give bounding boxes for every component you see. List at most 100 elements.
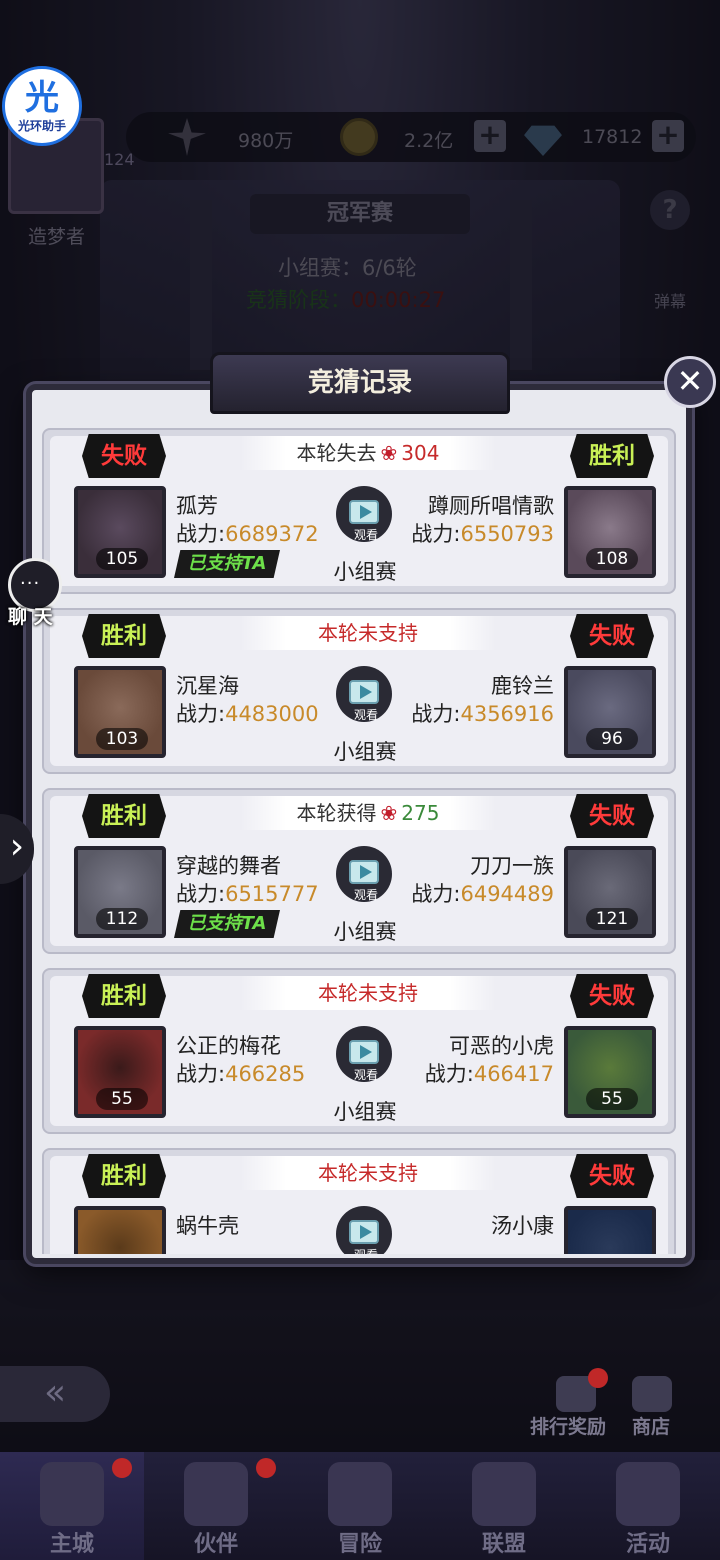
- left-player-power: 战力:6689372: [176, 518, 319, 548]
- record-list[interactable]: 本轮失去 ❀ 304 失败 105 孤芳 战力:6689372 已支持TA 胜利 108 蹲厕所唱情…: [42, 428, 676, 1254]
- left-player-portrait[interactable]: 55: [74, 1026, 166, 1118]
- play-icon: [360, 1225, 372, 1239]
- left-player-name: 沉星海: [176, 674, 239, 698]
- supported-badge: 已支持TA: [174, 910, 280, 938]
- record-card: 本轮未支持 胜利 103 沉星海 战力:4483000 失败 96 鹿铃兰 战力:4356916…: [42, 608, 676, 774]
- power-value: 6689372: [225, 522, 319, 546]
- hero-level: 103: [96, 728, 148, 750]
- right-result-tag: 胜利: [570, 434, 654, 478]
- chat-button[interactable]: ··· 聊 天: [2, 556, 64, 628]
- hero-level: 112: [96, 908, 148, 930]
- left-result-tag: 胜利: [82, 614, 166, 658]
- left-player-portrait[interactable]: [74, 1206, 166, 1254]
- power-label: 战力:: [411, 522, 461, 546]
- record-card: 本轮获得 ❀ 275 胜利 112 穿越的舞者 战力:6515777 已支持TA 失败 121 刀刀…: [42, 788, 676, 954]
- left-player-portrait[interactable]: 112: [74, 846, 166, 938]
- power-label: 战力:: [176, 522, 226, 546]
- right-player-name: 刀刀一族: [470, 854, 554, 878]
- nav-label: 伙伴: [193, 1532, 238, 1557]
- left-player-portrait[interactable]: 105: [74, 486, 166, 578]
- watch-label: 观看: [353, 888, 378, 902]
- watch-replay-button[interactable]: 观看: [336, 1206, 392, 1254]
- power-label: 战力:: [176, 702, 226, 726]
- assistant-overlay-button[interactable]: 光 光环助手: [2, 66, 82, 146]
- left-player-name: 穿越的舞者: [176, 854, 281, 878]
- guess-record-dialog: 本轮失去 ❀ 304 失败 105 孤芳 战力:6689372 已支持TA 胜利 108 蹲厕所唱情…: [26, 384, 692, 1264]
- watch-replay-button[interactable]: 观看: [336, 1026, 392, 1082]
- banner-amount: 275: [401, 801, 440, 825]
- hero-level: 55: [586, 1088, 638, 1110]
- back-button[interactable]: «: [0, 1366, 110, 1422]
- right-player-name: 汤小康: [491, 1214, 554, 1238]
- hero-avatar: [78, 1210, 162, 1254]
- record-card: 本轮未支持 胜利 55 公正的梅花 战力:466285 失败 55 可恶的小虎 战力:46641…: [42, 968, 676, 1134]
- banner-text: 本轮获得: [296, 801, 377, 825]
- hero-level: 121: [586, 908, 638, 930]
- nav-item-3[interactable]: 联盟: [432, 1452, 576, 1560]
- power-label: 战力:: [424, 1062, 474, 1086]
- hero-level: 96: [586, 728, 638, 750]
- banner-text: 本轮未支持: [318, 621, 418, 645]
- power-label: 战力:: [176, 1062, 226, 1086]
- right-player-name: 蹲厕所唱情歌: [428, 494, 554, 518]
- right-player-portrait[interactable]: 96: [564, 666, 656, 758]
- power-value: 466417: [473, 1062, 554, 1086]
- match-type: 小组赛: [333, 1100, 397, 1124]
- power-label: 战力:: [411, 702, 461, 726]
- nav-item-1[interactable]: 伙伴: [144, 1452, 288, 1560]
- left-player-name: 蜗牛壳: [176, 1214, 239, 1238]
- nav-icon: [472, 1462, 536, 1526]
- banner-amount: 304: [401, 441, 440, 465]
- watch-replay-button[interactable]: 观看: [336, 486, 392, 542]
- rose-icon: ❀: [380, 441, 398, 465]
- ranking-reward-button[interactable]: 排行奖励: [530, 1412, 606, 1439]
- badge-dot: [588, 1368, 608, 1388]
- play-icon: [360, 505, 372, 519]
- right-player-portrait[interactable]: 55: [564, 1026, 656, 1118]
- right-player-power: 战力:466417: [425, 1058, 554, 1088]
- power-label: 战力:: [176, 882, 226, 906]
- record-banner: 本轮未支持: [240, 616, 496, 650]
- nav-item-4[interactable]: 活动: [576, 1452, 720, 1560]
- play-icon: [360, 1045, 372, 1059]
- hero-level: 55: [96, 1088, 148, 1110]
- right-result-tag: 失败: [570, 974, 654, 1018]
- power-value: 4483000: [225, 702, 319, 726]
- watch-label: 观看: [353, 528, 378, 542]
- play-icon: [360, 865, 372, 879]
- nav-item-0[interactable]: 主城: [0, 1452, 144, 1560]
- right-player-power: 战力:6494489: [411, 878, 554, 908]
- match-type: 小组赛: [333, 920, 397, 944]
- hero-level: 108: [586, 548, 638, 570]
- record-card: 本轮未支持 胜利蜗牛壳 失败汤小康观看: [42, 1148, 676, 1254]
- left-result-tag: 胜利: [82, 794, 166, 838]
- close-button[interactable]: ✕: [664, 356, 716, 408]
- badge-dot: [256, 1458, 276, 1478]
- left-player-name: 孤芳: [176, 494, 218, 518]
- left-player-power: 战力:6515777: [176, 878, 319, 908]
- left-player-portrait[interactable]: 103: [74, 666, 166, 758]
- watch-replay-button[interactable]: 观看: [336, 666, 392, 722]
- shop-button[interactable]: 商店: [632, 1412, 670, 1439]
- assistant-label: 光环助手: [17, 118, 66, 133]
- right-player-portrait[interactable]: 121: [564, 846, 656, 938]
- right-player-name: 可恶的小虎: [449, 1034, 554, 1058]
- nav-icon: [328, 1462, 392, 1526]
- badge-dot: [112, 1458, 132, 1478]
- supported-badge: 已支持TA: [174, 550, 280, 578]
- left-player-power: 战力:4483000: [176, 698, 319, 728]
- hero-level: 105: [96, 548, 148, 570]
- record-banner: 本轮未支持: [240, 1156, 496, 1190]
- right-player-portrait[interactable]: [564, 1206, 656, 1254]
- nav-label: 联盟: [481, 1532, 526, 1557]
- banner-text: 本轮失去: [296, 441, 377, 465]
- right-player-portrait[interactable]: 108: [564, 486, 656, 578]
- record-card: 本轮失去 ❀ 304 失败 105 孤芳 战力:6689372 已支持TA 胜利 108 蹲厕所唱情…: [42, 428, 676, 594]
- power-value: 4356916: [460, 702, 554, 726]
- record-banner: 本轮未支持: [240, 976, 496, 1010]
- play-icon: [360, 685, 372, 699]
- power-value: 466285: [225, 1062, 306, 1086]
- nav-item-2[interactable]: 冒险: [288, 1452, 432, 1560]
- left-result-tag: 胜利: [82, 1154, 166, 1198]
- watch-replay-button[interactable]: 观看: [336, 846, 392, 902]
